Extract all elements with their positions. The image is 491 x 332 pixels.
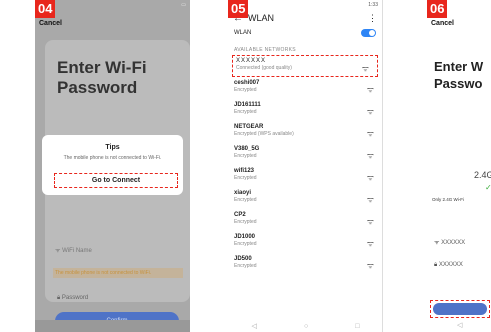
password-field[interactable]: 🔒︎ XXXXXX <box>434 262 463 269</box>
network-item[interactable]: V380_5G Encrypted ᯤ <box>228 143 382 165</box>
network-item[interactable]: xiaoyi Encrypted ᯤ <box>228 187 382 209</box>
network-status: Connected (good quality) <box>236 65 292 71</box>
network-status: Encrypted <box>234 241 257 247</box>
network-status: Encrypted <box>234 197 257 203</box>
page-title: Enter Wi-Fi Password <box>57 58 147 98</box>
battery-icon: ▭ <box>181 2 186 8</box>
network-name: JD161111 <box>234 102 261 108</box>
system-nav-bar <box>35 320 190 332</box>
network-item[interactable]: ceshi007 Encrypted ᯤ <box>228 77 382 99</box>
back-nav-icon[interactable]: ◁ <box>252 322 257 330</box>
dialog-title: Tips <box>105 144 120 151</box>
network-list: XXXXXX Connected (good quality) ᯤ ceshi007 E… <box>228 55 382 275</box>
cancel-button[interactable]: Cancel <box>35 20 66 27</box>
back-nav-icon[interactable]: ◁ <box>457 322 462 329</box>
phone-screen-step-4: 04 ▭ Cancel Enter Wi-Fi Password ᯤ ᯤ WiF… <box>35 0 190 332</box>
network-name: JD1000 <box>234 234 256 240</box>
wlan-toggle[interactable] <box>361 29 376 37</box>
network-name: NETGEAR <box>234 124 264 130</box>
password-field[interactable]: 🔒︎ Password <box>57 295 88 302</box>
step-badge: 06 <box>427 0 448 18</box>
network-item[interactable]: JD161111 Encrypted ᯤ <box>228 99 382 121</box>
wifi-signal-icon: ᯤ <box>366 195 374 204</box>
network-item[interactable]: JD1000 Encrypted ᯤ <box>228 231 382 253</box>
wifi-name-value: XXXXXX <box>441 240 466 246</box>
step-badge: 05 <box>228 0 249 18</box>
wifi-signal-icon: ᯤ <box>366 85 374 94</box>
network-item[interactable]: XXXXXX Connected (good quality) ᯤ <box>232 55 378 77</box>
network-item[interactable]: JD500 Encrypted ᯤ <box>228 253 382 275</box>
network-name: xiaoyi <box>234 190 252 196</box>
network-name: CP2 <box>234 212 246 218</box>
title-line-1: Enter W <box>434 59 484 74</box>
app-bar: ← WLAN ⋮ <box>228 10 382 26</box>
recents-nav-icon[interactable]: □ <box>355 323 359 330</box>
network-status: Encrypted <box>234 87 257 93</box>
wifi-name-field[interactable]: ᯤ XXXXXX <box>434 238 465 246</box>
wifi-signal-icon: ᯤ <box>366 129 374 138</box>
tutorial-strip: 04 ▭ Cancel Enter Wi-Fi Password ᯤ ᯤ WiF… <box>0 0 491 332</box>
wlan-label: WLAN <box>234 30 252 36</box>
network-item[interactable]: NETGEAR Encrypted (WPS available) ᯤ <box>228 121 382 143</box>
phone-screen-step-6: 06 Cancel Enter W Passwo 2.4G ✓ Only 2.4… <box>427 0 491 332</box>
wifi-signal-icon: ᯤ <box>366 217 374 226</box>
wifi-signal-icon: ᯤ <box>366 107 374 116</box>
status-bar: ▭ <box>35 0 190 10</box>
band-note: Only 2.4G Wi-Fi <box>432 197 465 202</box>
title-line-2: Passwo <box>434 76 483 91</box>
network-item[interactable]: CP2 Encrypted ᯤ <box>228 209 382 231</box>
network-status: Encrypted <box>234 109 257 115</box>
network-status: Encrypted <box>234 153 257 159</box>
network-status: Encrypted (WPS available) <box>234 131 294 137</box>
wifi-password-card: Enter W Passwo 2.4G ✓ Only 2.4G Wi-Fi ᯤ … <box>430 40 491 318</box>
wifi-signal-icon: ᯤ <box>366 173 374 182</box>
home-nav-icon[interactable]: ○ <box>304 323 308 330</box>
not-connected-warning: The mobile phone is not connected to WiF… <box>53 268 183 278</box>
title-line-1: Enter Wi-Fi <box>57 58 147 77</box>
check-icon: ✓ <box>485 183 491 192</box>
tips-dialog: Tips The mobile phone is not connected t… <box>42 135 183 195</box>
confirm-button-fill <box>433 303 487 315</box>
network-name: XXXXXX <box>236 58 267 64</box>
network-status: Encrypted <box>234 263 257 269</box>
frequency-label: 2.4G <box>474 170 491 180</box>
wifi-name-field[interactable]: ᯤ WiFi Name <box>55 246 92 254</box>
network-name: V380_5G <box>234 146 260 152</box>
wifi-signal-icon: ᯤ <box>366 151 374 160</box>
page-title: Enter W Passwo <box>434 58 483 92</box>
confirm-button[interactable] <box>430 300 490 318</box>
system-nav-bar: ◁ ○ □ <box>228 320 382 332</box>
network-name: ceshi007 <box>234 80 260 86</box>
password-value: XXXXXX <box>438 262 463 268</box>
wifi-signal-icon: ᯤ <box>366 239 374 248</box>
cancel-button[interactable]: Cancel <box>427 20 458 27</box>
password-label: Password <box>61 295 89 301</box>
network-status: Encrypted <box>234 175 257 181</box>
wifi-name-placeholder: WiFi Name <box>62 248 92 254</box>
page-title: WLAN <box>248 13 275 23</box>
wifi-signal-icon: ᯤ <box>361 64 369 73</box>
lock-icon: 🔒︎ <box>434 262 438 268</box>
step-badge: 04 <box>35 0 56 18</box>
status-time: 1:33 <box>368 2 378 8</box>
network-item[interactable]: wifi123 Encrypted ᯤ <box>228 165 382 187</box>
go-to-connect-button[interactable]: Go to Connect <box>54 173 178 188</box>
wlan-toggle-row: WLAN <box>228 26 382 40</box>
title-line-2: Password <box>57 78 138 97</box>
wifi-icon: ᯤ <box>55 248 61 254</box>
dialog-message: The mobile phone is not connected to Wi-… <box>63 155 162 161</box>
wifi-signal-icon: ᯤ <box>366 261 374 270</box>
network-name: wifi123 <box>234 168 255 174</box>
phone-screen-step-5: 05 1:33 ← WLAN ⋮ WLAN AVAILABLE NETWORKS… <box>228 0 383 332</box>
lock-icon: 🔒︎ <box>57 295 61 301</box>
available-networks-header: AVAILABLE NETWORKS <box>234 47 296 53</box>
status-bar: 1:33 <box>228 0 382 10</box>
system-nav-bar: ◁ <box>427 320 491 332</box>
network-status: Encrypted <box>234 219 257 225</box>
network-name: JD500 <box>234 256 252 262</box>
wifi-icon: ᯤ <box>434 240 440 246</box>
more-options-icon[interactable]: ⋮ <box>368 13 377 24</box>
